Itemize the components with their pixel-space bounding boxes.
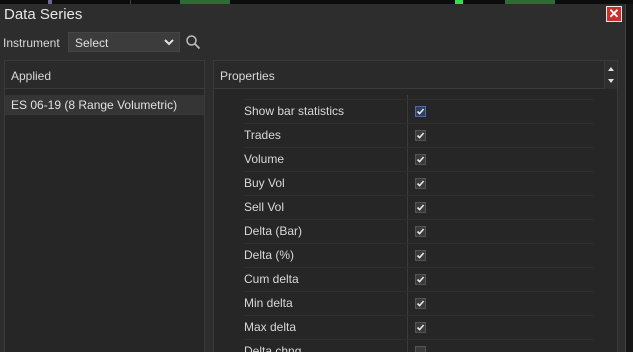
checkmark-icon bbox=[416, 300, 425, 307]
row-separator bbox=[244, 339, 594, 340]
scroll-up-icon[interactable] bbox=[607, 65, 615, 73]
checkmark-icon bbox=[416, 276, 425, 283]
checkmark-icon bbox=[416, 204, 425, 211]
property-row: Max delta bbox=[214, 315, 604, 339]
property-name: Delta (%) bbox=[244, 248, 295, 262]
property-name: Buy Vol bbox=[244, 176, 285, 190]
checkmark-icon bbox=[416, 252, 425, 259]
row-separator bbox=[244, 315, 594, 316]
row-separator bbox=[244, 171, 594, 172]
property-checkbox[interactable] bbox=[415, 298, 426, 309]
applied-panel: Applied ES 06-19 (8 Range Volumetric) bbox=[4, 60, 205, 352]
row-separator bbox=[244, 219, 594, 220]
property-row: Delta chng bbox=[214, 339, 604, 352]
property-name: Delta (Bar) bbox=[244, 224, 303, 238]
chevron-down-icon bbox=[164, 39, 174, 46]
instrument-select[interactable]: Select bbox=[68, 32, 180, 52]
property-checkbox[interactable] bbox=[415, 250, 426, 261]
checkmark-icon bbox=[416, 156, 425, 163]
row-separator bbox=[244, 195, 594, 196]
properties-scroll[interactable] bbox=[604, 61, 617, 89]
properties-header-label: Properties bbox=[220, 69, 275, 83]
close-icon: ✕ bbox=[608, 6, 620, 21]
checkmark-icon bbox=[416, 324, 425, 331]
property-name: Max delta bbox=[244, 320, 297, 334]
property-row: Delta (Bar) bbox=[214, 219, 604, 243]
row-separator bbox=[244, 243, 594, 244]
property-checkbox[interactable] bbox=[415, 154, 426, 165]
instrument-label: Instrument bbox=[3, 36, 60, 50]
row-separator bbox=[244, 147, 594, 148]
property-name: Volume bbox=[244, 152, 285, 166]
applied-item-label: ES 06-19 (8 Range Volumetric) bbox=[11, 98, 178, 112]
property-checkbox[interactable] bbox=[415, 178, 426, 189]
instrument-select-value: Select bbox=[75, 36, 109, 50]
data-series-dialog: Data Series ✕ Instrument Select Applied … bbox=[0, 4, 626, 352]
row-separator bbox=[244, 123, 594, 124]
row-separator bbox=[244, 267, 594, 268]
row-separator bbox=[244, 291, 594, 292]
property-row: Trades bbox=[214, 123, 604, 147]
property-row: Sell Vol bbox=[214, 195, 604, 219]
property-grid: Show bar statistics Trades Volume Buy Vol Se… bbox=[214, 95, 604, 352]
row-separator bbox=[244, 99, 594, 100]
property-row: Delta (%) bbox=[214, 243, 604, 267]
checkmark-icon bbox=[416, 228, 425, 235]
property-checkbox[interactable] bbox=[415, 274, 426, 285]
close-button[interactable]: ✕ bbox=[606, 6, 622, 22]
property-checkbox[interactable] bbox=[415, 226, 426, 237]
search-icon[interactable] bbox=[185, 34, 201, 50]
properties-panel: Properties Show bar statistics Trades Volu… bbox=[213, 60, 618, 352]
property-name: Show bar statistics bbox=[244, 104, 345, 118]
property-name: Delta chng bbox=[244, 344, 302, 352]
property-checkbox[interactable] bbox=[415, 322, 426, 333]
window-edge bbox=[626, 4, 633, 352]
instrument-row: Instrument Select bbox=[0, 30, 626, 54]
property-row: Volume bbox=[214, 147, 604, 171]
property-row: Min delta bbox=[214, 291, 604, 315]
property-row: Buy Vol bbox=[214, 171, 604, 195]
checkmark-icon bbox=[416, 132, 425, 139]
title-bar[interactable]: Data Series ✕ bbox=[0, 4, 626, 26]
property-row: Cum delta bbox=[214, 267, 604, 291]
checkmark-icon bbox=[416, 108, 425, 115]
checkmark-icon bbox=[416, 180, 425, 187]
dialog-title: Data Series bbox=[4, 6, 83, 23]
property-checkbox[interactable] bbox=[415, 202, 426, 213]
scroll-down-icon[interactable] bbox=[607, 77, 615, 85]
properties-header: Properties bbox=[214, 61, 604, 89]
applied-list-item[interactable]: ES 06-19 (8 Range Volumetric) bbox=[5, 95, 204, 115]
property-name: Trades bbox=[244, 128, 281, 142]
property-checkbox[interactable] bbox=[415, 130, 426, 141]
property-row: Show bar statistics bbox=[214, 99, 604, 123]
applied-header-label: Applied bbox=[11, 69, 52, 83]
property-checkbox[interactable] bbox=[415, 346, 426, 352]
applied-header: Applied bbox=[5, 61, 204, 89]
property-name: Sell Vol bbox=[244, 200, 285, 214]
property-name: Cum delta bbox=[244, 272, 299, 286]
property-name: Min delta bbox=[244, 296, 293, 310]
property-checkbox[interactable] bbox=[415, 106, 426, 117]
